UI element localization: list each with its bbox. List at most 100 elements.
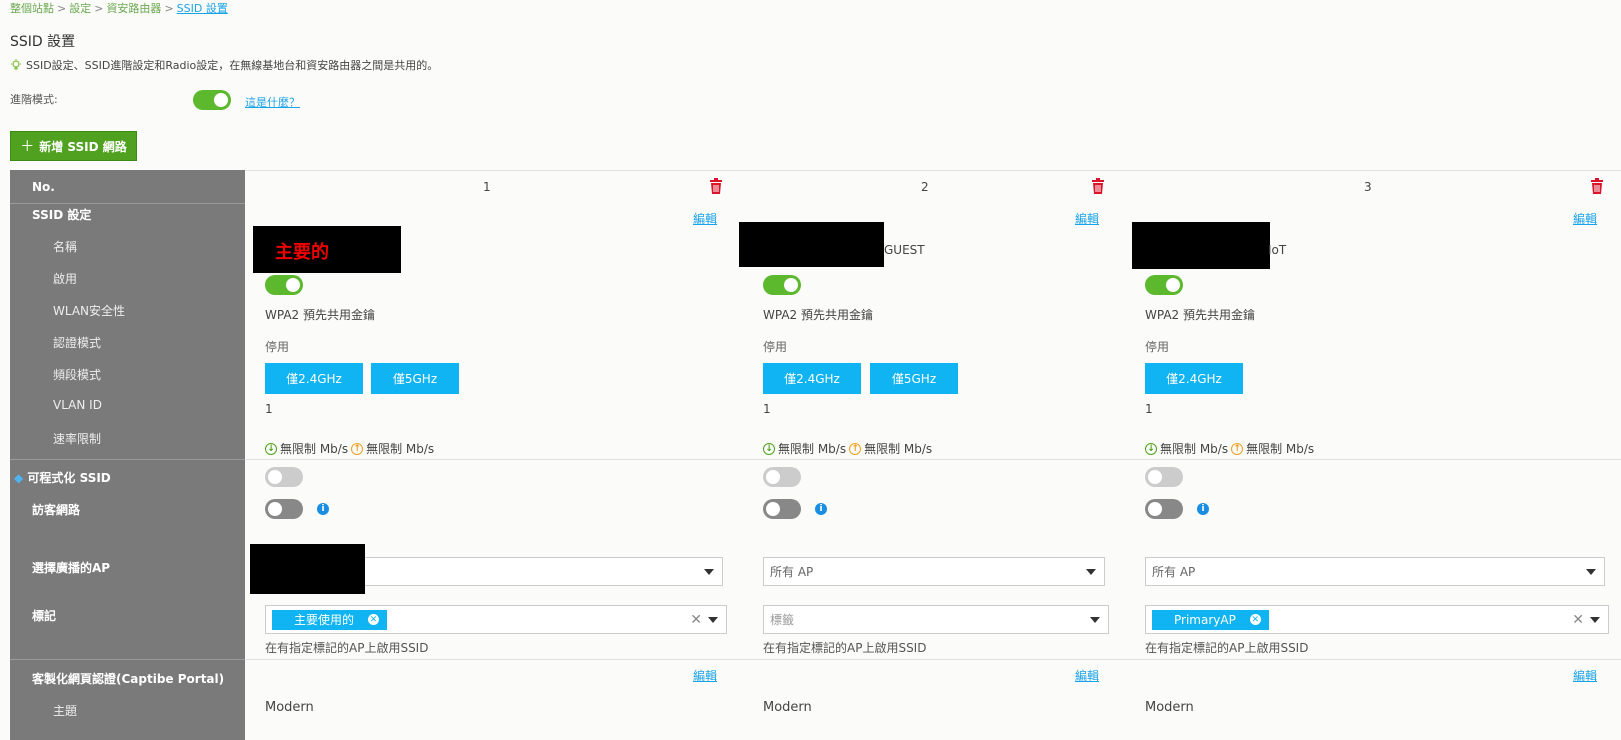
chevron-down-icon	[1086, 569, 1096, 575]
ssid-2-ap-select[interactable]: 所有 AP	[763, 557, 1105, 586]
guest-info-icon[interactable]: i	[317, 503, 329, 515]
edit-ssid-1-link[interactable]: 編輯	[693, 210, 717, 227]
breadcrumb-current[interactable]: SSID 設置	[177, 2, 228, 15]
diamond-icon: ◆	[14, 471, 24, 485]
redacted-name-1: 主要的	[253, 226, 401, 273]
ssid-3-auth: 停用	[1145, 340, 1170, 354]
ssid-3-tag-hint: 在有指定標記的AP上啟用SSID	[1145, 641, 1309, 655]
ssid-1-band-24-button[interactable]: 僅2.4GHz	[265, 363, 363, 394]
guest-info-icon[interactable]: i	[1197, 503, 1209, 515]
edit-portal-1-link[interactable]: 編輯	[693, 667, 717, 684]
label-theme: 主題	[53, 704, 78, 718]
advanced-mode-label: 進階模式:	[10, 93, 58, 106]
ssid-1-auth: 停用	[265, 340, 290, 354]
what-is-this-link[interactable]: 這是什麼？	[245, 94, 300, 110]
ssid-1-tag-select[interactable]: 主要使用的 ✕ ✕	[265, 605, 727, 634]
remove-tag-icon[interactable]: ✕	[1249, 614, 1261, 625]
hint-text: SSID設定、SSID進階設定和Radio設定，在無線基地台和資安路由器之間是共…	[26, 59, 439, 72]
ssid-2-enable-toggle[interactable]	[763, 275, 801, 295]
upload-arrow-icon: ↑	[849, 442, 862, 455]
ssid-2-rate-limit: ↓ 無限制 Mb/s ↑ 無限制 Mb/s	[763, 440, 932, 457]
ssid-1-theme: Modern	[265, 700, 314, 715]
lightbulb-icon	[11, 59, 21, 70]
ssid-3-programmable-toggle[interactable]	[1145, 467, 1183, 487]
label-enable: 啟用	[53, 272, 78, 286]
edit-ssid-2-link[interactable]: 編輯	[1075, 210, 1099, 227]
ssid-1-band-5-button[interactable]: 僅5GHz	[371, 363, 459, 394]
label-ssid-settings: SSID 設定	[32, 208, 92, 222]
ssid-1-tag-chip: 主要使用的 ✕	[272, 609, 388, 630]
ssid-1-rate-limit: ↓ 無限制 Mb/s ↑ 無限制 Mb/s	[265, 440, 434, 457]
chevron-down-icon	[708, 617, 718, 623]
edit-ssid-3-link[interactable]: 編輯	[1573, 210, 1597, 227]
ssid-3-ap-select[interactable]: 所有 AP	[1145, 557, 1605, 586]
breadcrumb-settings[interactable]: 設定	[69, 2, 91, 15]
column-3-number: 3	[1364, 180, 1372, 194]
download-arrow-icon: ↓	[1145, 442, 1157, 455]
redacted-name-3	[1132, 222, 1270, 269]
ssid-1-guest-toggle[interactable]	[265, 499, 303, 519]
breadcrumb-router[interactable]: 資安路由器	[106, 2, 161, 15]
hint-banner: SSID設定、SSID進階設定和Radio設定，在無線基地台和資安路由器之間是共…	[10, 57, 438, 73]
ssid-3-security: WPA2 預先共用金鑰	[1145, 308, 1255, 322]
ssid-1-tag-hint: 在有指定標記的AP上啟用SSID	[265, 641, 429, 655]
advanced-mode-toggle[interactable]	[193, 90, 231, 110]
label-captive-portal: 客製化網頁認證(Captibe Portal)	[32, 672, 225, 686]
label-auth-mode: 認證模式	[53, 336, 102, 350]
ssid-1-programmable-toggle[interactable]	[265, 467, 303, 487]
ssid-2-guest-toggle[interactable]	[763, 499, 801, 519]
ssid-3-rate-limit: ↓ 無限制 Mb/s ↑ 無限制 Mb/s	[1145, 440, 1314, 457]
ssid-2-band-24-button[interactable]: 僅2.4GHz	[763, 363, 861, 394]
ssid-3-tag-chip: PrimaryAP ✕	[1152, 609, 1269, 630]
delete-ssid-2-trash-icon[interactable]	[1091, 178, 1105, 194]
label-rate-limit: 速率限制	[53, 432, 102, 446]
chevron-down-icon	[704, 569, 714, 575]
ssid-3-enable-toggle[interactable]	[1145, 275, 1183, 295]
delete-ssid-1-trash-icon[interactable]	[709, 178, 723, 194]
breadcrumb: 整個站點 > 設定 > 資安路由器 > SSID 設置	[10, 2, 228, 15]
clear-icon[interactable]: ✕	[1572, 612, 1584, 628]
edit-portal-2-link[interactable]: 編輯	[1075, 667, 1099, 684]
ssid-1-vlan: 1	[265, 402, 273, 416]
upload-arrow-icon: ↑	[1231, 442, 1244, 455]
delete-ssid-3-trash-icon[interactable]	[1590, 178, 1604, 194]
ssid-1-enable-toggle[interactable]	[265, 275, 303, 295]
label-no: No.	[32, 180, 55, 194]
clear-icon[interactable]: ✕	[690, 612, 702, 628]
upload-arrow-icon: ↑	[351, 442, 364, 455]
label-select-ap: 選擇廣播的AP	[32, 561, 111, 575]
ssid-2-band-5-button[interactable]: 僅5GHz	[870, 363, 958, 394]
label-wlan-security: WLAN安全性	[53, 304, 126, 318]
plus-icon: ＋	[20, 139, 35, 155]
ssid-3-band-24-button[interactable]: 僅2.4GHz	[1145, 363, 1243, 394]
chevron-down-icon	[1586, 569, 1596, 575]
remove-tag-icon[interactable]: ✕	[368, 614, 380, 625]
breadcrumb-site[interactable]: 整個站點	[10, 2, 54, 15]
label-guest-network: 訪客網路	[32, 503, 81, 517]
label-name: 名稱	[53, 240, 78, 254]
ssid-2-security: WPA2 預先共用金鑰	[763, 308, 873, 322]
ssid-2-tag-hint: 在有指定標記的AP上啟用SSID	[763, 641, 927, 655]
add-ssid-button[interactable]: ＋ 新增 SSID 網路	[10, 131, 137, 161]
label-programmable-ssid: ◆ 可程式化 SSID	[14, 471, 111, 485]
ssid-2-tag-select[interactable]: 標籤	[763, 605, 1109, 634]
redacted-ap-1	[250, 544, 365, 594]
ssid-2-programmable-toggle[interactable]	[763, 467, 801, 487]
ssid-1-name: 主要的	[275, 242, 329, 263]
settings-sidebar: No. SSID 設定 名稱 啟用 WLAN安全性 認證模式 頻段模式 VLAN…	[10, 170, 245, 740]
guest-info-icon[interactable]: i	[815, 503, 827, 515]
label-band-mode: 頻段模式	[53, 368, 102, 382]
download-arrow-icon: ↓	[265, 442, 277, 455]
ssid-3-name: IoT	[1268, 243, 1287, 257]
edit-portal-3-link[interactable]: 編輯	[1573, 667, 1597, 684]
ssid-2-vlan: 1	[763, 402, 771, 416]
chevron-down-icon	[1090, 617, 1100, 623]
column-2-number: 2	[921, 180, 929, 194]
add-ssid-label: 新增 SSID 網路	[39, 139, 127, 154]
redacted-name-2	[739, 222, 884, 267]
ssid-3-guest-toggle[interactable]	[1145, 499, 1183, 519]
column-1-number: 1	[483, 180, 491, 194]
ssid-1-security: WPA2 預先共用金鑰	[265, 308, 375, 322]
label-vlan-id: VLAN ID	[53, 398, 102, 412]
ssid-3-tag-select[interactable]: PrimaryAP ✕ ✕	[1145, 605, 1609, 634]
